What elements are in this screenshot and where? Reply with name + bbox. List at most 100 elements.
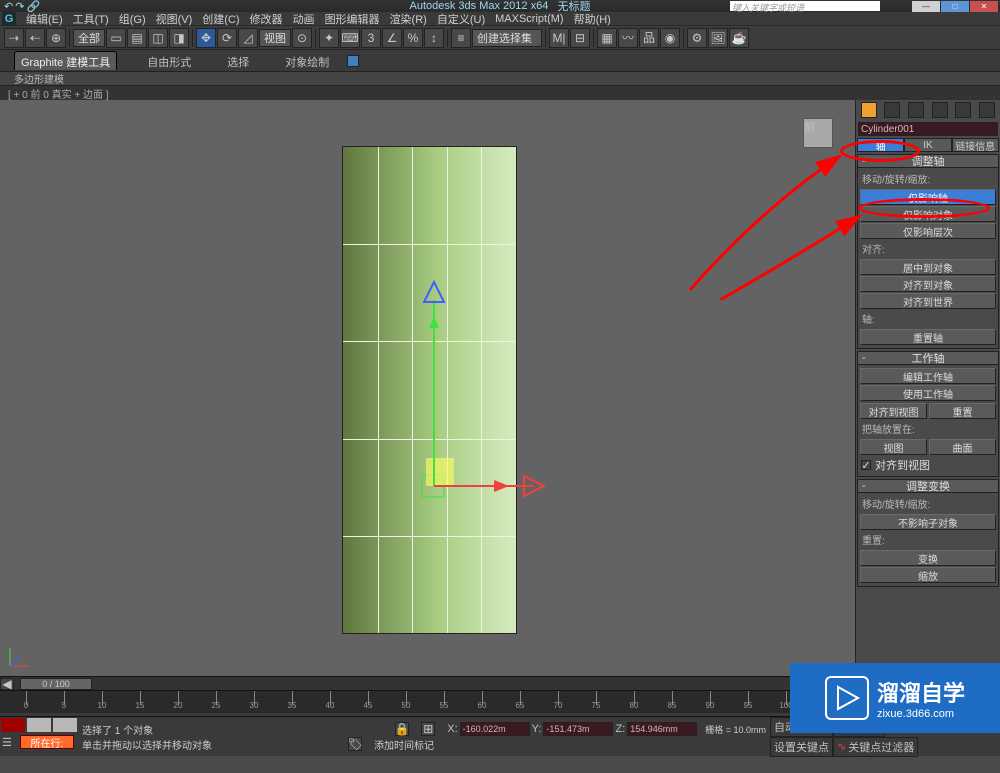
edit-working-pivot-button[interactable]: 编辑工作轴: [860, 368, 996, 384]
tab-motion-icon[interactable]: [932, 102, 948, 118]
scale-btn[interactable]: ◿: [238, 28, 258, 48]
center-to-object-button[interactable]: 居中到对象: [860, 259, 996, 275]
menu-edit[interactable]: 编辑(E): [24, 11, 65, 27]
affect-pivot-only-button[interactable]: 仅影响轴: [860, 189, 996, 205]
curve-editor-btn[interactable]: 〰: [618, 28, 638, 48]
rotate-btn[interactable]: ⟳: [217, 28, 237, 48]
tab-modify-icon[interactable]: [884, 102, 900, 118]
tab-display-icon[interactable]: [955, 102, 971, 118]
window-cross-btn[interactable]: ◨: [169, 28, 189, 48]
menu-custom[interactable]: 自定义(U): [435, 11, 487, 27]
rollout-adjust-transform-header[interactable]: -调整变换: [857, 479, 999, 493]
dont-affect-children-button[interactable]: 不影响子对象: [860, 514, 996, 530]
unlink-btn[interactable]: ⇠: [25, 28, 45, 48]
ribbon-tab-objpaint[interactable]: 对象绘制: [279, 52, 335, 70]
sel-region-btn[interactable]: ◫: [148, 28, 168, 48]
bind-btn[interactable]: ⊕: [46, 28, 66, 48]
subtab-ik[interactable]: IK: [904, 138, 951, 152]
track-bar-segment[interactable]: [53, 718, 77, 732]
render-btn[interactable]: ☕: [729, 28, 749, 48]
affect-hierarchy-only-button[interactable]: 仅影响层次: [860, 223, 996, 239]
keyfilter-button[interactable]: ∿关键点过滤器: [833, 737, 918, 757]
material-btn[interactable]: ◉: [660, 28, 680, 48]
menu-modifiers[interactable]: 修改器: [248, 11, 285, 27]
use-working-pivot-button[interactable]: 使用工作轴: [860, 385, 996, 401]
abs-rel-icon[interactable]: ⊞: [421, 722, 435, 736]
minimax-icon[interactable]: ☰: [0, 736, 14, 749]
reset-transform-button[interactable]: 变换: [860, 550, 996, 566]
ribbon-tab-graphite[interactable]: Graphite 建模工具: [14, 51, 117, 70]
sel-filter[interactable]: 全部: [73, 29, 105, 47]
object-name-field[interactable]: Cylinder001: [858, 122, 998, 136]
add-time-tag[interactable]: 添加时间标记: [374, 737, 434, 752]
reset-pivot-button[interactable]: 重置轴: [860, 329, 996, 345]
subtab-pivot[interactable]: 轴: [857, 138, 904, 152]
viewcube[interactable]: 前: [803, 118, 833, 148]
percent-snap-btn[interactable]: %: [403, 28, 423, 48]
help-search[interactable]: 键入关键字或短语: [730, 1, 880, 11]
menu-group[interactable]: 组(G): [117, 11, 148, 27]
rollout-adjust-pivot-header[interactable]: -调整轴: [857, 154, 999, 168]
schematic-btn[interactable]: 品: [639, 28, 659, 48]
z-coord-input[interactable]: 154.946mm: [627, 722, 697, 736]
track-bar-segment[interactable]: [27, 718, 51, 732]
select-btn[interactable]: ▭: [106, 28, 126, 48]
min-icon[interactable]: —: [912, 1, 940, 12]
reset-scale-button[interactable]: 缩放: [860, 567, 996, 583]
menu-tools[interactable]: 工具(T): [71, 11, 111, 27]
render-frame-btn[interactable]: 🖼: [708, 28, 728, 48]
menu-views[interactable]: 视图(V): [154, 11, 195, 27]
angle-snap-btn[interactable]: ∠: [382, 28, 402, 48]
ribbon-tab-freeform[interactable]: 自由形式: [141, 52, 197, 70]
align-to-world-button[interactable]: 对齐到世界: [860, 293, 996, 309]
named-sel-set[interactable]: 创建选择集: [472, 29, 542, 47]
track-bar-segment[interactable]: [1, 718, 25, 732]
move-btn[interactable]: ✥: [196, 28, 216, 48]
align-to-view-checkbox-row[interactable]: ✓ 对齐到视图: [860, 456, 996, 474]
keyboard-btn[interactable]: ⌨: [340, 28, 360, 48]
layers-btn[interactable]: ▦: [597, 28, 617, 48]
tab-utilities-icon[interactable]: [979, 102, 995, 118]
render-setup-btn[interactable]: ⚙: [687, 28, 707, 48]
y-coord-input[interactable]: -151.473m: [543, 722, 613, 736]
script-listener[interactable]: 所在行:: [20, 735, 74, 749]
menu-anim[interactable]: 动画: [291, 11, 317, 27]
tag-icon[interactable]: 🏷: [348, 737, 362, 751]
pivot-center-btn[interactable]: ⊙: [292, 28, 312, 48]
menu-maxscript[interactable]: MAXScript(M): [493, 13, 565, 25]
x-coord-input[interactable]: -160.022m: [460, 722, 530, 736]
menu-create[interactable]: 创建(C): [200, 11, 241, 27]
move-gizmo[interactable]: [414, 280, 554, 510]
max-icon[interactable]: □: [941, 1, 969, 12]
undo-icon[interactable]: ↶: [4, 0, 13, 13]
ref-coord[interactable]: 视图: [259, 29, 291, 47]
tab-create-icon[interactable]: [861, 102, 877, 118]
align-to-view-button[interactable]: 对齐到视图: [860, 403, 927, 419]
manipulate-btn[interactable]: ✦: [319, 28, 339, 48]
spinner-snap-btn[interactable]: ↕: [424, 28, 444, 48]
menu-help[interactable]: 帮助(H): [572, 11, 613, 27]
link-btn[interactable]: ⇢: [4, 28, 24, 48]
time-back-icon[interactable]: ◀: [0, 678, 14, 690]
place-surface-button[interactable]: 曲面: [929, 439, 996, 455]
ribbon-panel-label[interactable]: 多边形建模: [0, 72, 1000, 86]
snap3-btn[interactable]: 3: [361, 28, 381, 48]
align-to-object-button[interactable]: 对齐到对象: [860, 276, 996, 292]
named-sel-btn[interactable]: ≡: [451, 28, 471, 48]
align-btn[interactable]: ⊟: [570, 28, 590, 48]
time-slider-thumb[interactable]: 0 / 100: [20, 678, 92, 690]
viewport[interactable]: 前: [0, 100, 855, 676]
ribbon-tab-select[interactable]: 选择: [221, 52, 255, 70]
checkbox-icon[interactable]: ✓: [861, 460, 871, 470]
place-view-button[interactable]: 视图: [860, 439, 927, 455]
lock-icon[interactable]: 🔒: [395, 722, 409, 736]
setkey-button[interactable]: 设置关键点: [770, 737, 833, 757]
subtab-linkinfo[interactable]: 链接信息: [952, 138, 999, 152]
menu-render[interactable]: 渲染(R): [388, 11, 429, 27]
affect-object-only-button[interactable]: 仅影响对象: [860, 206, 996, 222]
menu-graph[interactable]: 图形编辑器: [323, 11, 382, 27]
close-icon[interactable]: ✕: [970, 1, 998, 12]
rollout-working-pivot-header[interactable]: -工作轴: [857, 351, 999, 365]
reset-working-button[interactable]: 重置: [929, 403, 996, 419]
mirror-btn[interactable]: M|: [549, 28, 569, 48]
